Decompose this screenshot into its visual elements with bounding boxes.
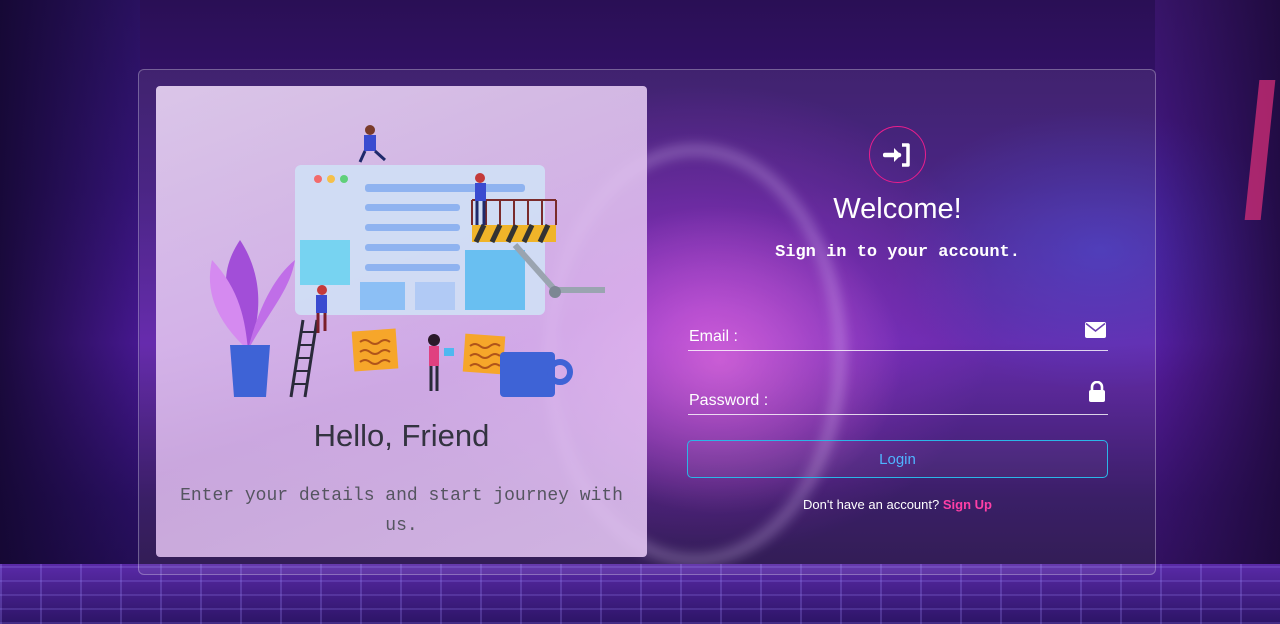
signin-subtitle: Sign in to your account.: [775, 243, 1020, 262]
background-pillar-left: [0, 0, 140, 624]
login-button[interactable]: Login: [687, 440, 1108, 478]
no-account-text: Don't have an account?: [803, 497, 940, 512]
panel-heading: Hello, Friend: [313, 418, 490, 453]
envelope-icon: [1085, 322, 1106, 343]
password-input[interactable]: [688, 386, 1078, 414]
signup-prompt: Don't have an account? Sign Up: [690, 497, 1105, 512]
email-input[interactable]: [688, 322, 1078, 350]
password-field[interactable]: Password :: [688, 380, 1108, 415]
lock-icon: [1088, 380, 1106, 407]
login-icon: [869, 126, 926, 183]
welcome-title: Welcome!: [833, 193, 962, 225]
signup-link[interactable]: Sign Up: [943, 497, 992, 512]
illustration: [209, 125, 605, 398]
panel-lead-text: Enter your details and start journey wit…: [180, 486, 623, 536]
email-field[interactable]: Email :: [688, 321, 1108, 351]
